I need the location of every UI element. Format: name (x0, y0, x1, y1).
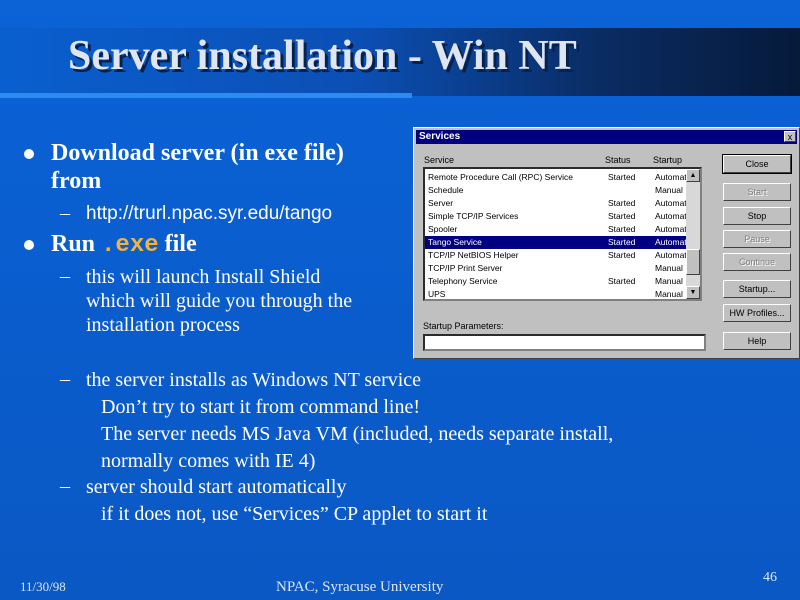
service-status: Started (608, 250, 636, 260)
list-item[interactable]: TCP/IP Print Server Manual (425, 262, 686, 275)
bullet-run-post: file (158, 231, 197, 257)
header-service[interactable]: Service (424, 155, 454, 165)
service-name: TCP/IP Print Server (428, 263, 503, 273)
close-icon[interactable]: x (784, 131, 796, 142)
help-button[interactable]: Help (723, 332, 791, 350)
scroll-up-icon[interactable]: ▲ (686, 169, 700, 182)
continue-button[interactable]: Continue (723, 253, 791, 271)
nt-service-text: the server installs as Windows NT servic… (86, 367, 613, 475)
service-status: Started (608, 172, 636, 182)
header-status[interactable]: Status (605, 155, 631, 165)
startup-parameters-input[interactable] (423, 334, 706, 351)
service-name: Schedule (428, 185, 464, 195)
startup-button[interactable]: Startup... (723, 280, 791, 298)
hw-profiles-button[interactable]: HW Profiles... (723, 304, 791, 322)
stop-button[interactable]: Stop (723, 207, 791, 225)
service-startup: Manual (655, 276, 683, 286)
service-startup: Manual (655, 185, 683, 195)
service-status: Started (608, 211, 636, 221)
bullet-download: Download server (in exe file) from (51, 139, 344, 195)
service-name: Simple TCP/IP Services (428, 211, 519, 221)
bullet-download-line2: from (51, 168, 102, 194)
service-startup: Manual (655, 289, 683, 299)
service-status: Started (608, 198, 636, 208)
service-status: Started (608, 276, 636, 286)
nt-service-line2: Don’t try to start it from command line! (101, 396, 421, 418)
nt-service-line4: normally comes with IE 4) (101, 450, 316, 472)
startup-parameters-label: Startup Parameters: (423, 321, 504, 331)
bullet-download-line1: Download server (in exe file) (51, 140, 344, 166)
start-button[interactable]: Start (723, 183, 791, 201)
dash: – (60, 368, 70, 390)
dash: – (60, 202, 70, 224)
install-shield-line3: installation process (86, 314, 240, 336)
list-item[interactable]: Telephony Service Started Manual (425, 275, 686, 288)
service-name: TCP/IP NetBIOS Helper (428, 250, 519, 260)
page-number: 46 (763, 570, 777, 585)
list-item[interactable]: UPS Manual (425, 288, 686, 299)
auto-start-line1: server should start automatically (86, 476, 347, 498)
footer-organization: NPAC, Syracuse University (276, 579, 444, 595)
list-item[interactable]: Simple TCP/IP Services Started Automatic (425, 210, 693, 223)
nt-service-line1: the server installs as Windows NT servic… (86, 369, 422, 391)
scroll-down-icon[interactable]: ▼ (686, 286, 700, 299)
slide-title: Server installation - Win NT (68, 33, 577, 79)
slide: Server installation - Win NT Download se… (0, 0, 800, 600)
service-status: Started (608, 237, 636, 247)
service-status: Started (608, 224, 636, 234)
dash: – (60, 475, 70, 497)
list-item[interactable]: Server Started Automatic (425, 197, 693, 210)
list-item-selected[interactable]: Tango Service Started Automatic (425, 236, 693, 249)
title-underline (0, 93, 412, 98)
nt-service-line3: The server needs MS Java VM (included, n… (101, 423, 614, 445)
close-button[interactable]: Close (722, 154, 792, 174)
auto-start-text: server should start automatically if it … (86, 474, 487, 528)
list-item[interactable]: Spooler Started Automatic (425, 223, 693, 236)
install-shield-text: this will launch Install Shield which wi… (86, 265, 352, 337)
service-name: Server (428, 198, 454, 208)
list-scrollbar[interactable]: ▲ ▼ (686, 169, 700, 299)
pause-button[interactable]: Pause (723, 230, 791, 248)
bullet-dot (24, 240, 34, 250)
scroll-thumb[interactable] (686, 249, 700, 275)
service-name: Remote Procedure Call (RPC) Service (428, 172, 574, 182)
bullet-run-pre: Run (51, 231, 102, 257)
dialog-title-bar: Services (416, 130, 797, 144)
service-startup: Manual (655, 263, 683, 273)
service-name: Tango Service (428, 237, 482, 247)
dialog-title: Services (419, 131, 461, 142)
header-startup[interactable]: Startup (653, 155, 682, 165)
service-name: Spooler (428, 224, 458, 234)
auto-start-line2: if it does not, use “Services” CP applet… (101, 503, 488, 525)
bullet-run: Run .exe file (51, 230, 197, 260)
download-url: http://trurl.npac.syr.edu/tango (86, 203, 333, 224)
list-item[interactable]: Schedule Manual (425, 184, 686, 197)
service-name: Telephony Service (428, 276, 498, 286)
dash: – (60, 265, 70, 287)
bullet-dot (24, 149, 34, 159)
list-item[interactable]: Remote Procedure Call (RPC) Service Star… (425, 171, 693, 184)
services-list[interactable]: Remote Procedure Call (RPC) Service Star… (423, 167, 702, 301)
install-shield-line2: which will guide you through the (86, 290, 353, 312)
footer-date: 11/30/98 (20, 579, 66, 594)
services-dialog: Services x Service Status Startup Remote… (413, 127, 800, 359)
list-item[interactable]: TCP/IP NetBIOS Helper Started Automatic (425, 249, 693, 262)
service-name: UPS (428, 289, 446, 299)
exe-code: .exe (101, 232, 159, 259)
install-shield-line1: this will launch Install Shield (86, 266, 321, 288)
